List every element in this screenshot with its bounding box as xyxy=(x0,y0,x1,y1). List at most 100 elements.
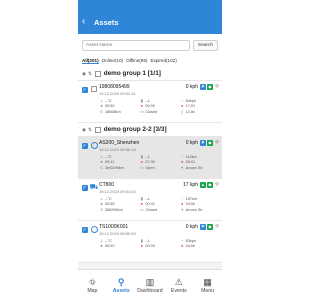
location-pin-icon: ⚲ xyxy=(117,276,125,287)
nav-map[interactable]: ⛗ Map xyxy=(78,270,107,300)
filter-expired[interactable]: Expired(102) xyxy=(150,58,176,64)
temperature-value: --°C xyxy=(105,154,112,159)
stop-icon: ● xyxy=(181,202,184,206)
car-icon: ⛟ xyxy=(89,184,99,191)
fuel-icon: ▮ xyxy=(140,155,143,159)
engine-on-icon: ● xyxy=(100,202,103,206)
fuel-value: --L xyxy=(145,154,150,159)
speed-limit-icon: ◔ xyxy=(181,154,184,159)
nav-dashboard[interactable]: ▥ Dashboard xyxy=(136,270,165,300)
temperature-value: --°C xyxy=(105,98,112,103)
map-icon: ⛗ xyxy=(88,276,96,287)
mileage-value: 3m0299km xyxy=(105,165,124,170)
group-header[interactable]: ◉ ⇅ demo group 2-2 [3/3] xyxy=(78,123,222,137)
nav-assets[interactable]: ⚲ Assets xyxy=(107,270,136,300)
fuel-icon: ▮ xyxy=(140,99,143,103)
more-grid-icon[interactable]: ⁘ xyxy=(214,182,220,188)
nav-dashboard-label: Dashboard xyxy=(137,287,163,294)
group-checkbox[interactable] xyxy=(94,70,101,77)
asset-search-input[interactable] xyxy=(82,40,190,51)
more-grid-icon[interactable]: ⁘ xyxy=(214,224,220,230)
nav-menu[interactable]: ▦ Menu xyxy=(193,270,222,300)
gps-icon: ◆ xyxy=(207,140,213,146)
asset-speed: 0 kph xyxy=(185,140,198,146)
max-speed-value: 110km xyxy=(185,154,197,159)
pin-icon[interactable]: ⇅ xyxy=(88,71,92,77)
parking-icon: P xyxy=(200,224,206,230)
engine-on-icon: ● xyxy=(100,104,103,108)
asset-speed: 0 kph xyxy=(185,224,198,230)
door-icon: ▭ xyxy=(140,208,144,212)
group-header[interactable]: ◉ ⇅ demo group 1 [1/1] xyxy=(78,67,222,81)
asset-name: 19808095499 xyxy=(99,84,130,90)
asset-row[interactable]: ✓ TS1000K001 0 kph P ◆ ⁘ 19.12.2024 08:5… xyxy=(78,221,222,263)
back-arrow-icon[interactable]: ‹ xyxy=(82,17,92,27)
device-icon xyxy=(91,86,97,92)
door-icon: ▭ xyxy=(140,110,144,114)
idle-time-value: 00:00 xyxy=(145,104,155,108)
asset-checkbox[interactable]: ✓ xyxy=(81,185,88,191)
stop-icon: ● xyxy=(181,244,184,248)
nav-menu-label: Menu xyxy=(201,287,215,294)
asset-list[interactable]: ◉ ⇅ demo group 1 [1/1] ✓ 19808095499 0 k… xyxy=(78,67,222,288)
door-status-value: Closed xyxy=(145,207,158,212)
max-speed-value: 83kph xyxy=(185,238,197,243)
location-value: Aroom Sh xyxy=(185,165,203,170)
nav-map-label: Map xyxy=(87,287,98,294)
fuel-value: --L xyxy=(145,98,150,103)
door-status-value: Closed xyxy=(145,109,158,114)
asset-checkbox[interactable]: ✓ xyxy=(81,87,88,93)
filter-all[interactable]: All(201) xyxy=(82,58,99,64)
asset-name: CT800 xyxy=(99,182,115,188)
group-name: demo group 2-2 [3/3] xyxy=(103,126,167,133)
filter-online[interactable]: Online(10) xyxy=(102,58,123,64)
asset-row[interactable]: ✓ ⛟ CT800 17 kph ▲ ◆ ⁘ 19.12.2024 09:01:… xyxy=(78,179,222,221)
idle-icon: ● xyxy=(140,160,143,164)
temperature-value: --°C xyxy=(105,196,112,201)
thermometer-icon: ⊥ xyxy=(99,239,104,243)
stop-time-value: 17:01 xyxy=(185,104,196,108)
location-icon: ⌖ xyxy=(181,165,184,170)
odometer-icon: ⊙ xyxy=(99,166,104,170)
more-grid-icon[interactable]: ⁘ xyxy=(214,84,220,90)
thermometer-icon: ⊥ xyxy=(99,155,104,159)
idle-icon: ● xyxy=(140,104,143,108)
group-checkbox[interactable] xyxy=(94,126,101,133)
asset-timestamp: 19.12.2024 09:01:11 xyxy=(99,91,136,96)
location-icon: ⌖ xyxy=(181,207,184,212)
thermometer-icon: ⊥ xyxy=(99,197,104,201)
app-bar: ‹ Assets xyxy=(78,10,222,34)
bottom-navigation: ⛗ Map ⚲ Assets ▥ Dashboard ⚠ Events ▦ Me… xyxy=(78,269,222,300)
more-grid-icon[interactable]: ⁘ xyxy=(214,140,220,146)
thermometer-icon: ⊥ xyxy=(99,99,104,103)
speed-limit-icon: ◔ xyxy=(181,98,184,103)
asset-row[interactable]: ✓ 19808095499 0 kph P ◆ ⁘ 19.12.2024 09:… xyxy=(78,81,222,123)
engine-on-icon: ● xyxy=(100,160,103,164)
bar-chart-icon: ▥ xyxy=(145,276,155,287)
asset-checkbox[interactable]: ✓ xyxy=(81,143,88,149)
search-button[interactable]: Search xyxy=(193,40,218,51)
gps-icon: ◆ xyxy=(207,224,213,230)
run-time-value: 00:50 xyxy=(105,244,115,248)
warning-icon: ⚠ xyxy=(174,276,183,287)
asset-timestamp: 19.12.2024 09:01:44 xyxy=(99,189,136,194)
door-status-value: Open xyxy=(145,165,155,170)
nav-events-label: Events xyxy=(170,287,187,294)
asset-row[interactable]: ✓ AS200_Shenzhen 0 kph P ◆ ⁘ 19.12.2024 … xyxy=(78,137,222,179)
fuel-value: --L xyxy=(145,196,150,201)
eye-icon[interactable]: ◉ xyxy=(82,71,86,77)
voltage-value: 12.8v xyxy=(185,109,195,114)
pin-icon[interactable]: ⇅ xyxy=(88,127,92,133)
asset-checkbox[interactable]: ✓ xyxy=(81,227,88,233)
device-icon xyxy=(90,226,98,233)
mileage-value: 286992km xyxy=(105,207,123,212)
grid-menu-icon: ▦ xyxy=(203,276,212,287)
filter-offline[interactable]: Offline(89) xyxy=(126,58,147,64)
max-speed-value: 167km xyxy=(185,196,198,201)
stop-icon: ● xyxy=(181,160,184,164)
odometer-icon: ⊙ xyxy=(99,110,104,114)
eye-icon[interactable]: ◉ xyxy=(82,127,86,133)
nav-events[interactable]: ⚠ Events xyxy=(164,270,193,300)
asset-speed: 17 kph xyxy=(182,182,198,188)
status-filter-tabs: All(201) Online(10) Offline(89) Expired(… xyxy=(78,55,222,67)
